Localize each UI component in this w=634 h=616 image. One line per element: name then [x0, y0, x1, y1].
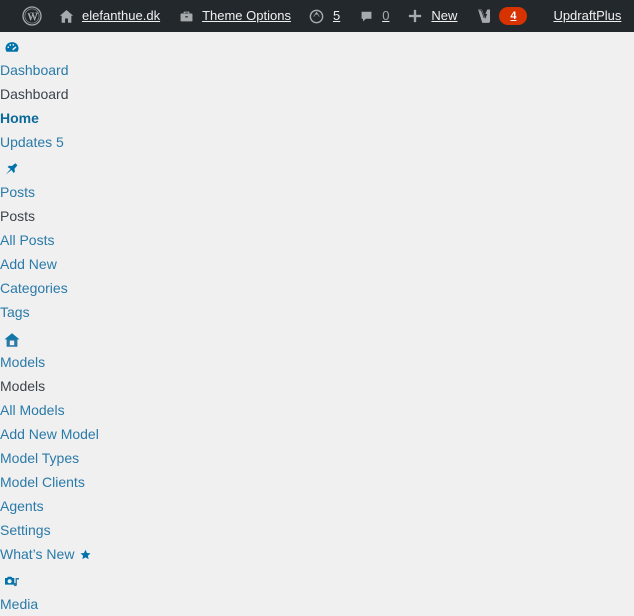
submenu-item-categories[interactable]: Categories	[0, 276, 634, 300]
menu-item-posts[interactable]: Posts	[0, 180, 634, 204]
list-item: Updates 5	[0, 130, 634, 154]
adminbar-updates[interactable]: 5	[299, 0, 348, 32]
submenu-dashboard: Home Updates 5	[0, 106, 634, 154]
submenu-posts: All Posts Add New Categories Tags	[0, 228, 634, 324]
yoast-logo-icon	[473, 6, 493, 26]
menu-group-media: Media	[0, 572, 634, 616]
adminbar-site-name-label: elefanthue.dk	[82, 8, 161, 23]
house-icon	[2, 330, 22, 350]
plus-icon	[405, 6, 425, 26]
list-item: Categories	[0, 276, 634, 300]
wordpress-logo-icon	[22, 6, 42, 26]
list-item: Add New	[0, 252, 634, 276]
adminbar-wp-logo[interactable]	[0, 0, 48, 32]
list-item: Tags	[0, 300, 634, 324]
admin-bar: elefanthue.dk Theme Options 5 0 New 4 Up…	[0, 0, 634, 32]
submenu-item-model-clients[interactable]: Model Clients	[0, 470, 634, 494]
list-item: What’s New	[0, 542, 634, 566]
submenu-item-tags[interactable]: Tags	[0, 300, 634, 324]
adminbar-updraftplus[interactable]: UpdraftPlus	[535, 0, 629, 32]
submenu-item-agents[interactable]: Agents	[0, 494, 634, 518]
list-item: Add New Model	[0, 422, 634, 446]
star-icon	[79, 548, 92, 561]
media-camera-note-icon	[2, 572, 22, 592]
menu-group-models: Models Models All Models Add New Model M…	[0, 330, 634, 566]
adminbar-comments[interactable]: 0	[348, 0, 397, 32]
menu-name-posts: Posts	[0, 208, 36, 224]
update-arrows-icon	[307, 6, 327, 26]
adminbar-new-label: New	[431, 8, 458, 23]
adminbar-theme-options-label: Theme Options	[202, 8, 291, 23]
adminbar-comments-count: 0	[382, 8, 390, 23]
adminbar-site-name[interactable]: elefanthue.dk	[48, 0, 168, 32]
submenu-models: All Models Add New Model Model Types Mod…	[0, 398, 634, 566]
submenu-item-add-new[interactable]: Add New	[0, 252, 634, 276]
menu-group-dashboard: Dashboard Dashboard Home Updates 5	[0, 38, 634, 154]
dashboard-gauge-icon	[2, 38, 22, 58]
submenu-item-add-new-model[interactable]: Add New Model	[0, 422, 634, 446]
adminbar-updates-count: 5	[332, 8, 341, 23]
menu-item-dashboard[interactable]: Dashboard	[0, 58, 634, 82]
briefcase-icon	[176, 6, 196, 26]
pushpin-icon	[2, 160, 22, 180]
submenu-item-whats-new[interactable]: What’s New	[0, 542, 634, 566]
submenu-item-home[interactable]: Home	[0, 106, 634, 130]
comment-bubble-icon	[356, 6, 376, 26]
submenu-item-settings[interactable]: Settings	[0, 518, 634, 542]
submenu-item-all-posts[interactable]: All Posts	[0, 228, 634, 252]
admin-menu: Dashboard Dashboard Home Updates 5 Posts…	[0, 38, 634, 616]
submenu-item-whats-new-label: What’s New	[0, 546, 75, 562]
list-item: All Models	[0, 398, 634, 422]
menu-item-models[interactable]: Models	[0, 350, 634, 374]
adminbar-yoast-count: 4	[499, 7, 528, 25]
adminbar-new-content[interactable]: New	[397, 0, 465, 32]
list-item: All Posts	[0, 228, 634, 252]
submenu-item-model-types[interactable]: Model Types	[0, 446, 634, 470]
list-item: Home	[0, 106, 634, 130]
adminbar-theme-options[interactable]: Theme Options	[168, 0, 299, 32]
submenu-item-updates[interactable]: Updates 5	[0, 130, 634, 154]
home-icon	[56, 6, 76, 26]
menu-name-dashboard: Dashboard	[0, 86, 69, 102]
list-item: Model Types	[0, 446, 634, 470]
menu-group-posts: Posts Posts All Posts Add New Categories…	[0, 160, 634, 324]
submenu-item-all-models[interactable]: All Models	[0, 398, 634, 422]
menu-item-media[interactable]: Media	[0, 592, 634, 616]
adminbar-updraftplus-label: UpdraftPlus	[553, 8, 622, 23]
list-item: Settings	[0, 518, 634, 542]
menu-name-models: Models	[0, 378, 46, 394]
adminbar-yoast-seo[interactable]: 4	[465, 0, 535, 32]
list-item: Model Clients	[0, 470, 634, 494]
list-item: Agents	[0, 494, 634, 518]
